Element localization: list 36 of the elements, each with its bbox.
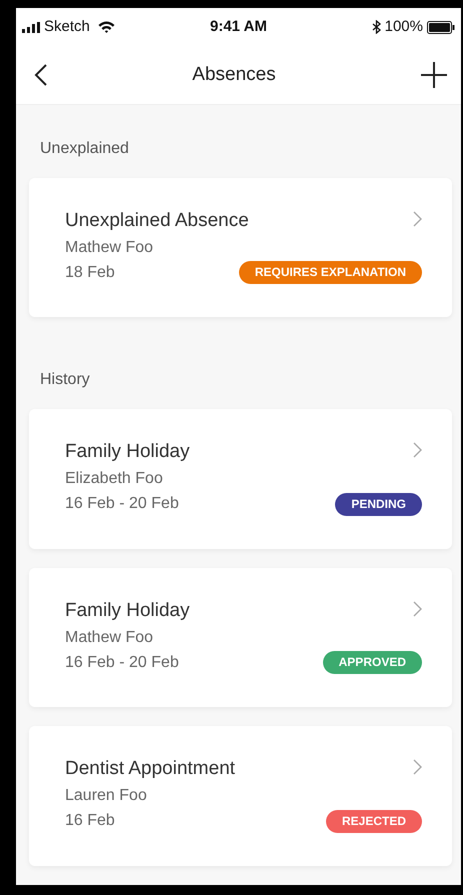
chevron-icon bbox=[413, 759, 422, 776]
absence-card[interactable]: Family Holiday Mathew Foo 16 Feb - 20 Feb APPROVED bbox=[29, 568, 452, 708]
person-name: Mathew Foo bbox=[65, 238, 154, 258]
page-title: Absences bbox=[192, 63, 276, 88]
status-time: 9:41 AM bbox=[210, 17, 267, 38]
absence-dates: 16 Feb - 20 Feb bbox=[65, 652, 179, 673]
absence-dates: 16 Feb - 20 Feb bbox=[65, 494, 179, 514]
battery-icon bbox=[426, 20, 455, 34]
status-badge: REQUIRES EXPLANATION bbox=[238, 261, 422, 284]
absence-dates: 18 Feb bbox=[65, 262, 115, 283]
absence-title: Family Holiday bbox=[65, 598, 190, 623]
absence-card[interactable]: Family Holiday Elizabeth Foo 16 Feb - 20 Feb PENDING bbox=[29, 409, 452, 549]
chevron-icon bbox=[413, 442, 422, 458]
status-badge: PENDING bbox=[335, 492, 422, 516]
section-heading: Unexplained bbox=[39, 138, 130, 159]
chevron-icon bbox=[413, 210, 422, 227]
person-name: Lauren Foo bbox=[65, 786, 147, 806]
absence-card[interactable]: Unexplained Absence Mathew Foo 18 Feb REQUIRES EXPLANATION bbox=[29, 178, 452, 318]
status-badge: APPROVED bbox=[322, 651, 422, 674]
battery-percent: 100% bbox=[384, 17, 423, 38]
absence-title: Dentist Appointment bbox=[65, 757, 236, 782]
person-name: Mathew Foo bbox=[65, 628, 154, 648]
absence-card[interactable]: Dentist Appointment Lauren Foo 16 Feb REJECTED bbox=[29, 726, 452, 866]
status-badge: REJECTED bbox=[326, 810, 422, 833]
person-name: Elizabeth Foo bbox=[65, 469, 163, 490]
section-heading: History bbox=[39, 370, 91, 390]
bluetooth-icon bbox=[372, 20, 381, 34]
back-icon[interactable] bbox=[34, 64, 47, 86]
chevron-icon bbox=[413, 600, 422, 617]
signal-icon bbox=[22, 22, 40, 33]
absence-title: Family Holiday bbox=[65, 440, 190, 464]
carrier-name: Sketch bbox=[44, 17, 90, 38]
add-icon[interactable] bbox=[420, 62, 447, 88]
wifi-icon bbox=[98, 21, 115, 34]
absence-dates: 16 Feb bbox=[65, 811, 115, 832]
absence-title: Unexplained Absence bbox=[65, 208, 249, 233]
